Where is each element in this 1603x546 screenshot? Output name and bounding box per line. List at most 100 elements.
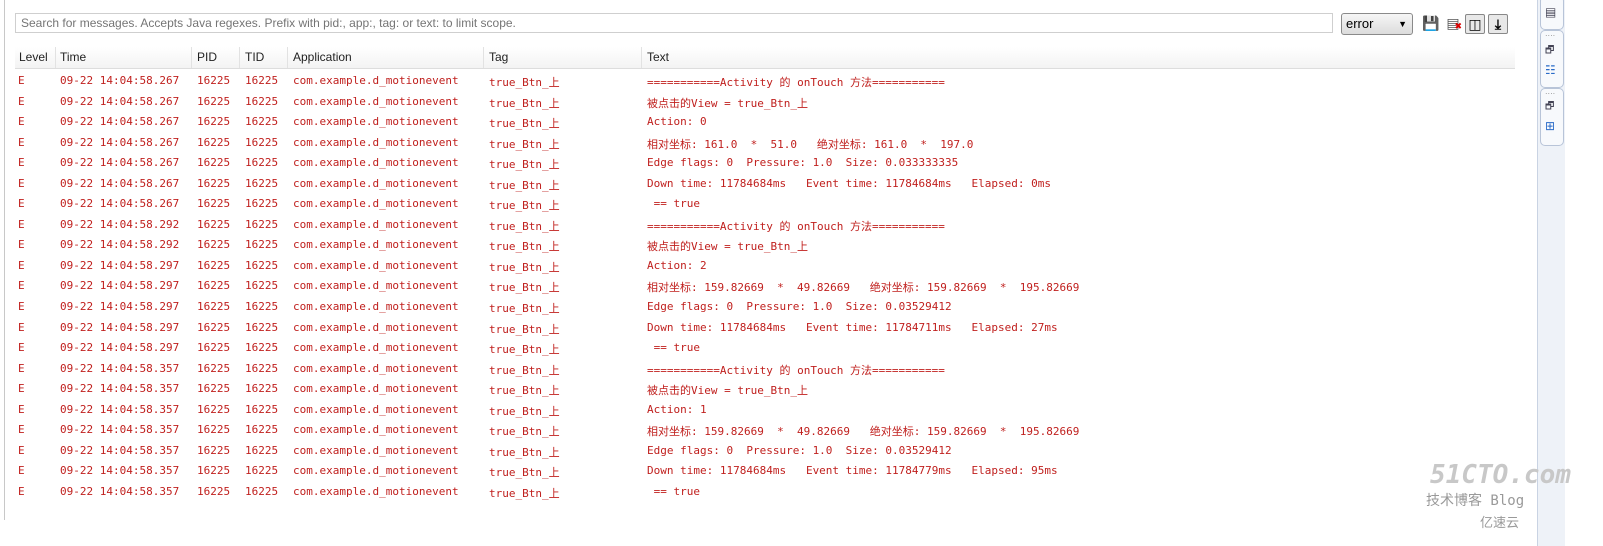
col-application[interactable]: Application [293, 50, 352, 64]
log-level-select[interactable]: error ▼ [1341, 13, 1413, 35]
cell-level: E [18, 74, 25, 87]
cell-application: com.example.d_motionevent [293, 94, 459, 108]
col-tag[interactable]: Tag [489, 50, 508, 64]
chevron-down-icon: ▼ [1398, 19, 1407, 29]
log-row[interactable]: E 09-22 14:04:58.267 16225 16225 com.example… [0, 133, 1520, 154]
log-row[interactable]: E 09-22 14:04:58.267 16225 16225 com.example… [0, 112, 1520, 133]
cell-level: E [18, 115, 25, 129]
cell-text: 相对坐标: 161.0 * 51.0 绝对坐标: 161.0 * 197.0 [647, 137, 974, 151]
cell-tid: 16225 [245, 74, 279, 87]
cell-time: 09-22 14:04:58.297 [60, 341, 180, 355]
restore-icon[interactable]: 🗗 [1545, 99, 1554, 116]
search-input[interactable] [15, 13, 1333, 33]
log-row[interactable]: E 09-22 14:04:58.357 16225 16225 com.example… [0, 461, 1520, 482]
cell-pid: 16225 [197, 217, 231, 231]
cell-text: Action: 0 [647, 115, 707, 129]
cell-tid: 16225 [245, 382, 279, 396]
cell-tag: true_Btn_上 [489, 322, 560, 336]
watermark-logo: 51CTO.com 技术博客 Blog 亿速云 [1426, 460, 1571, 531]
log-row[interactable]: E 09-22 14:04:58.267 16225 16225 com.example… [0, 92, 1520, 113]
log-row[interactable]: E 09-22 14:04:58.357 16225 16225 com.example… [0, 379, 1520, 400]
cell-tid: 16225 [245, 115, 279, 129]
cell-pid: 16225 [197, 94, 231, 108]
scroll-lock-icon[interactable]: ⤓ [1488, 14, 1508, 34]
cell-application: com.example.d_motionevent [293, 279, 459, 293]
cell-time: 09-22 14:04:58.267 [60, 74, 180, 87]
log-row[interactable]: E 09-22 14:04:58.297 16225 16225 com.example… [0, 256, 1520, 277]
cell-text: Down time: 11784684ms Event time: 117846… [647, 176, 1051, 190]
cell-time: 09-22 14:04:58.357 [60, 443, 180, 457]
col-text[interactable]: Text [647, 50, 669, 64]
cell-text: 被点击的View = true_Btn_上 [647, 96, 808, 110]
log-row[interactable]: E 09-22 14:04:58.267 16225 16225 com.example… [0, 194, 1520, 215]
log-row[interactable]: E 09-22 14:04:58.297 16225 16225 com.example… [0, 338, 1520, 359]
cell-tid: 16225 [245, 423, 279, 437]
toggle-panel-icon[interactable]: ◫ [1465, 14, 1485, 34]
log-row[interactable]: E 09-22 14:04:58.297 16225 16225 com.example… [0, 276, 1520, 297]
log-row[interactable]: E 09-22 14:04:58.267 16225 16225 com.example… [0, 174, 1520, 195]
cell-text: Action: 1 [647, 402, 707, 416]
cell-time: 09-22 14:04:58.357 [60, 382, 180, 396]
col-time[interactable]: Time [60, 50, 86, 64]
cell-time: 09-22 14:04:58.357 [60, 361, 180, 375]
cell-tid: 16225 [245, 402, 279, 416]
cell-text: ===========Activity 的 onTouch 方法========… [647, 219, 945, 233]
cell-text: == true [647, 341, 700, 355]
cell-level: E [18, 238, 25, 252]
log-row[interactable]: E 09-22 14:04:58.357 16225 16225 com.example… [0, 359, 1520, 380]
cell-tag: true_Btn_上 [489, 425, 560, 439]
cell-level: E [18, 135, 25, 149]
clear-log-icon[interactable]: ▤ ✖ [1443, 14, 1463, 34]
restore-icon[interactable]: 🗗 [1545, 43, 1554, 60]
log-row[interactable]: E 09-22 14:04:58.357 16225 16225 com.example… [0, 482, 1520, 503]
log-row[interactable]: E 09-22 14:04:58.297 16225 16225 com.example… [0, 297, 1520, 318]
cell-application: com.example.d_motionevent [293, 402, 459, 416]
cell-time: 09-22 14:04:58.357 [60, 423, 180, 437]
cell-time: 09-22 14:04:58.357 [60, 484, 180, 498]
cell-tag: true_Btn_上 [489, 302, 560, 316]
log-row[interactable]: E 09-22 14:04:58.292 16225 16225 com.example… [0, 235, 1520, 256]
save-icon[interactable]: 💾 [1421, 14, 1441, 34]
cell-pid: 16225 [197, 300, 231, 314]
col-level[interactable]: Level [19, 50, 48, 64]
log-row[interactable]: E 09-22 14:04:58.357 16225 16225 com.example… [0, 420, 1520, 441]
log-row[interactable]: E 09-22 14:04:58.357 16225 16225 com.example… [0, 441, 1520, 462]
outline-icon[interactable]: ☷ [1545, 63, 1556, 77]
document-icon[interactable]: ▤ [1545, 5, 1556, 19]
log-row[interactable]: E 09-22 14:04:58.357 16225 16225 com.example… [0, 400, 1520, 421]
cell-pid: 16225 [197, 74, 231, 87]
cell-tag: true_Btn_上 [489, 466, 560, 480]
cell-tid: 16225 [245, 300, 279, 314]
cell-level: E [18, 217, 25, 231]
log-row[interactable]: E 09-22 14:04:58.292 16225 16225 com.example… [0, 215, 1520, 236]
cell-level: E [18, 464, 25, 478]
cell-time: 09-22 14:04:58.297 [60, 279, 180, 293]
cell-level: E [18, 176, 25, 190]
log-row[interactable]: E 09-22 14:04:58.267 16225 16225 com.example… [0, 71, 1520, 92]
cell-pid: 16225 [197, 197, 231, 211]
cell-time: 09-22 14:04:58.267 [60, 94, 180, 108]
cell-tid: 16225 [245, 279, 279, 293]
cell-level: E [18, 361, 25, 375]
cell-tid: 16225 [245, 238, 279, 252]
cell-pid: 16225 [197, 176, 231, 190]
log-row[interactable]: E 09-22 14:04:58.297 16225 16225 com.example… [0, 318, 1520, 339]
cell-application: com.example.d_motionevent [293, 238, 459, 252]
log-row[interactable]: E 09-22 14:04:58.267 16225 16225 com.example… [0, 153, 1520, 174]
cell-application: com.example.d_motionevent [293, 443, 459, 457]
col-pid[interactable]: PID [197, 50, 217, 64]
cell-pid: 16225 [197, 238, 231, 252]
cell-pid: 16225 [197, 156, 231, 170]
cell-time: 09-22 14:04:58.292 [60, 217, 180, 231]
layout-icon[interactable]: ⊞ [1545, 119, 1555, 133]
cell-tag: true_Btn_上 [489, 384, 560, 398]
cell-tid: 16225 [245, 341, 279, 355]
cell-tid: 16225 [245, 320, 279, 334]
cell-tag: true_Btn_上 [489, 219, 560, 233]
cell-pid: 16225 [197, 320, 231, 334]
cell-tag: true_Btn_上 [489, 486, 560, 500]
cell-time: 09-22 14:04:58.267 [60, 135, 180, 149]
col-tid[interactable]: TID [245, 50, 264, 64]
cell-pid: 16225 [197, 115, 231, 129]
cell-level: E [18, 279, 25, 293]
